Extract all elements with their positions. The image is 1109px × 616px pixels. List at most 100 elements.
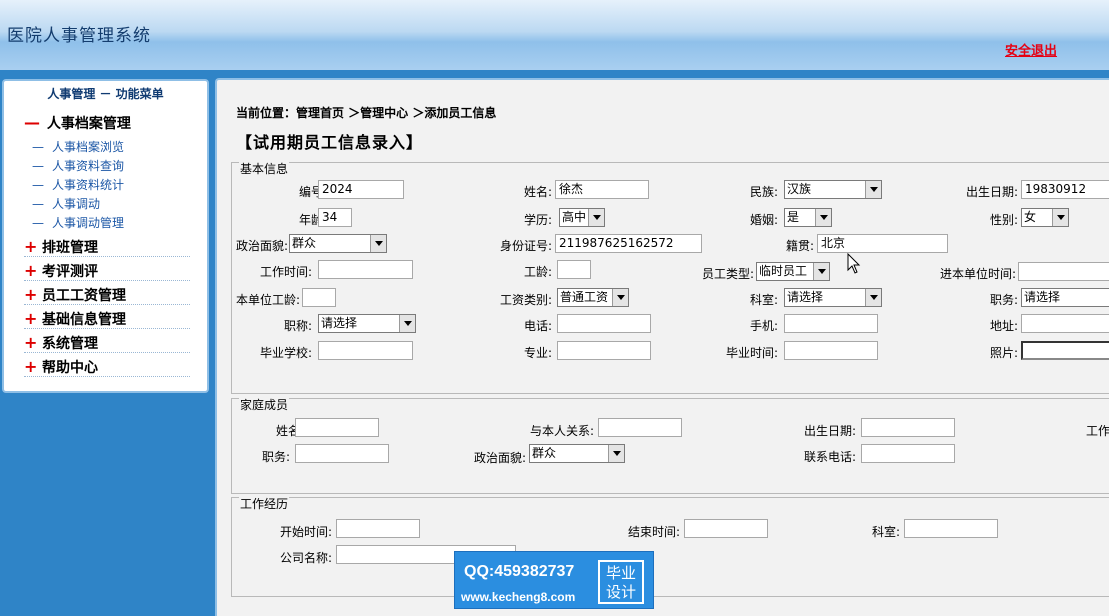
wagetype-select[interactable]: 普通工资 (557, 288, 629, 307)
phone-input[interactable] (557, 314, 651, 333)
emptype-label: 员工类型: (701, 267, 754, 281)
duty-label: 职务: (989, 293, 1018, 307)
worktime-input[interactable] (318, 260, 413, 279)
app-title: 医院人事管理系统 (7, 26, 151, 46)
age-input[interactable]: 34 (318, 208, 352, 227)
gradtime-label: 毕业时间: (725, 346, 778, 360)
seniority-label: 工龄: (523, 265, 552, 279)
end-time-input[interactable] (684, 519, 768, 538)
family-phone-input[interactable] (861, 444, 955, 463)
gender-select[interactable]: 女 (1021, 208, 1069, 227)
family-political-value: 群众 (532, 446, 557, 460)
family-political-label: 政治面貌: (473, 451, 526, 465)
birth-input[interactable]: 19830912 (1021, 180, 1109, 199)
mouse-cursor-icon (847, 253, 861, 274)
code-input[interactable]: 2024 (318, 180, 404, 199)
chevron-down-icon (815, 209, 831, 226)
title-label: 职称: (283, 319, 312, 333)
sidebar-section-salary[interactable]: + 员工工资管理 (24, 285, 190, 305)
basic-info-fieldset: 基本信息 编号: 2024 姓名: 徐杰 民族: 汉族 出生日期: 198309… (231, 160, 1109, 394)
photo-label: 照片: (989, 346, 1018, 360)
sidebar-item-label: 人事调动 (52, 197, 101, 211)
family-fieldset: 家庭成员 姓名: 与本人关系: 出生日期: 工作 职务: 政治面貌: 群众 联系… (231, 396, 1109, 494)
start-time-input[interactable] (336, 519, 420, 538)
sidebar-item-transfer-manage[interactable]: — 人事调动管理 (32, 215, 124, 231)
mobile-input[interactable] (784, 314, 878, 333)
end-time-label: 结束时间: (627, 525, 680, 539)
sidebar-section-help[interactable]: + 帮助中心 (24, 357, 190, 377)
sidebar-item-label: 人事资料统计 (52, 178, 125, 192)
family-birth-label: 出生日期: (803, 424, 856, 438)
sidebar-footer-area (0, 393, 211, 616)
family-phone-label: 联系电话: (803, 450, 856, 464)
seniority-input[interactable] (557, 260, 591, 279)
sidebar-section-basic-info[interactable]: + 基础信息管理 (24, 309, 190, 329)
relation-input[interactable] (598, 418, 682, 437)
family-political-select[interactable]: 群众 (529, 444, 625, 463)
sidebar-section-label: 基础信息管理 (42, 312, 126, 328)
native-input[interactable]: 北京 (817, 234, 948, 253)
logout-link[interactable]: 安全退出 (1005, 40, 1057, 59)
family-name-input[interactable] (295, 418, 379, 437)
idno-input[interactable]: 211987625162572 (555, 234, 702, 253)
chevron-down-icon (813, 263, 829, 280)
title-select[interactable]: 请选择 (318, 314, 416, 333)
political-value: 群众 (292, 236, 317, 250)
sidebar-item-transfer[interactable]: — 人事调动 (32, 196, 100, 212)
sidebar-item-data-query[interactable]: — 人事资料查询 (32, 158, 124, 174)
experience-fieldset: 工作经历 开始时间: 结束时间: 科室: 公司名称: (231, 495, 1109, 597)
expand-icon: + (24, 237, 38, 256)
mobile-label: 手机: (749, 319, 778, 333)
sidebar-item-label: 人事调动管理 (52, 216, 125, 230)
birth-label: 出生日期: (965, 185, 1018, 199)
dash-icon: — (32, 178, 44, 192)
breadcrumb: 当前位置：管理首页 ＞管理中心 ＞添加员工信息 (236, 106, 497, 120)
sidebar-section-label: 排班管理 (42, 240, 98, 256)
sidebar-item-label: 人事资料查询 (52, 159, 125, 173)
emptype-select[interactable]: 临时员工 (756, 262, 830, 281)
sidebar-section-archive[interactable]: — 人事档案管理 (24, 113, 190, 133)
nation-select[interactable]: 汉族 (784, 180, 882, 199)
name-input[interactable]: 徐杰 (555, 180, 649, 199)
phone-label: 电话: (523, 319, 552, 333)
sidebar-section-system[interactable]: + 系统管理 (24, 333, 190, 353)
school-input[interactable] (318, 341, 413, 360)
family-birth-input[interactable] (861, 418, 955, 437)
sidebar-section-shift[interactable]: + 排班管理 (24, 237, 190, 257)
nation-value: 汉族 (787, 182, 812, 196)
family-duty-input[interactable] (295, 444, 389, 463)
political-select[interactable]: 群众 (289, 234, 387, 253)
dash-icon: — (32, 216, 44, 230)
sidebar-item-archive-browse[interactable]: — 人事档案浏览 (32, 139, 124, 155)
wagetype-value: 普通工资 (560, 290, 609, 304)
dash-icon: — (32, 197, 44, 211)
gradtime-input[interactable] (784, 341, 878, 360)
family-legend: 家庭成员 (239, 396, 290, 413)
duty-select[interactable]: 请选择 (1021, 288, 1109, 307)
dash-icon: — (32, 140, 44, 154)
age-label: 年龄: (298, 213, 327, 227)
sidebar-item-data-stats[interactable]: — 人事资料统计 (32, 177, 124, 193)
unitage-input[interactable] (302, 288, 336, 307)
chevron-down-icon (865, 181, 881, 198)
edu-select[interactable]: 高中 (559, 208, 605, 227)
exp-dept-input[interactable] (904, 519, 998, 538)
major-input[interactable] (557, 341, 651, 360)
emptype-value: 临时员工 (759, 264, 808, 278)
photo-file-input[interactable] (1021, 341, 1109, 360)
address-input[interactable] (1021, 314, 1109, 333)
sidebar-section-evaluation[interactable]: + 考评测评 (24, 261, 190, 281)
edu-label: 学历: (523, 213, 552, 227)
worktime-label: 工作时间: (259, 265, 312, 279)
jointime-input[interactable] (1018, 262, 1109, 281)
edu-value: 高中 (562, 210, 587, 224)
header: 医院人事管理系统 安全退出 (0, 0, 1109, 70)
marriage-select[interactable]: 是 (784, 208, 832, 227)
sidebar-section-label: 员工工资管理 (42, 288, 126, 304)
address-label: 地址: (989, 319, 1018, 333)
dept-select[interactable]: 请选择 (784, 288, 882, 307)
watermark-badge: 毕业 设计 (598, 560, 644, 604)
expand-icon: + (24, 261, 38, 280)
chevron-down-icon (612, 289, 628, 306)
sidebar: 人事管理 － 功能菜单 — 人事档案管理 — 人事档案浏览 — 人事资料查询 — 人事… (2, 79, 209, 393)
